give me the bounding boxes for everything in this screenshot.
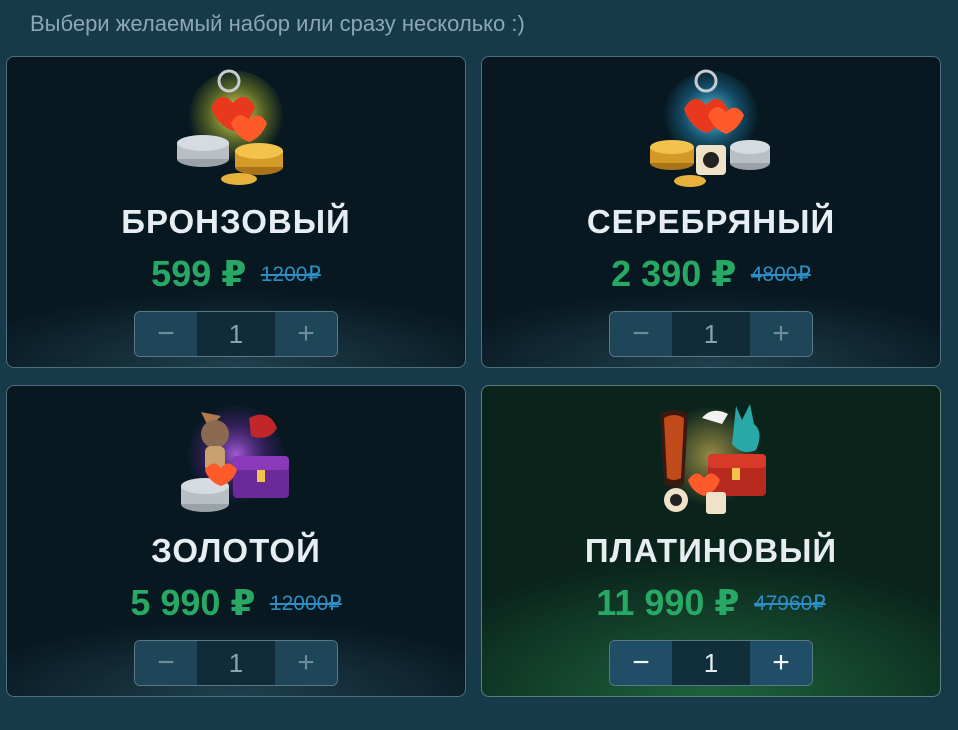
- pack-price: 2 390 ₽: [611, 253, 737, 294]
- pack-card-gold[interactable]: ЗОЛОТОЙ 5 990 ₽ 12000₽ − 1 +: [6, 385, 466, 697]
- pack-prices: 5 990 ₽ 12000₽: [7, 582, 465, 624]
- pack-price: 5 990 ₽: [130, 582, 256, 623]
- increment-button[interactable]: +: [750, 312, 812, 356]
- pack-title: БРОНЗОВЫЙ: [121, 203, 351, 240]
- pack-card-silver[interactable]: СЕРЕБРЯНЫЙ 2 390 ₽ 4800₽ − 1 +: [481, 56, 941, 368]
- quantity-value[interactable]: 1: [197, 312, 275, 356]
- pack-title: ПЛАТИНОВЫЙ: [584, 532, 838, 569]
- decrement-button[interactable]: −: [135, 312, 197, 356]
- pack-old-price: 4800₽: [750, 262, 811, 286]
- increment-button[interactable]: +: [275, 641, 337, 685]
- pack-prices: 11 990 ₽ 47960₽: [482, 582, 940, 624]
- increment-button[interactable]: +: [275, 312, 337, 356]
- pack-prices: 599 ₽ 1200₽: [7, 253, 465, 295]
- pack-old-price: 12000₽: [269, 591, 342, 615]
- quantity-stepper: − 1 +: [609, 311, 813, 357]
- decrement-button[interactable]: −: [610, 641, 672, 685]
- pack-prices: 2 390 ₽ 4800₽: [482, 253, 940, 295]
- gold-pack-icon: [181, 404, 289, 512]
- pack-title: ЗОЛОТОЙ: [151, 532, 321, 569]
- pack-old-price: 47960₽: [753, 591, 826, 615]
- quantity-value[interactable]: 1: [672, 641, 750, 685]
- increment-button[interactable]: +: [750, 641, 812, 685]
- pack-card-platinum[interactable]: ПЛАТИНОВЫЙ 11 990 ₽ 47960₽ − 1 +: [481, 385, 941, 697]
- pack-title: СЕРЕБРЯНЫЙ: [586, 203, 836, 240]
- pack-old-price: 1200₽: [260, 262, 321, 286]
- quantity-value[interactable]: 1: [197, 641, 275, 685]
- platinum-pack-icon: [660, 404, 766, 514]
- pack-card-bronze[interactable]: БРОНЗОВЫЙ 599 ₽ 1200₽ − 1 +: [6, 56, 466, 368]
- bronze-pack-icon: [177, 69, 284, 185]
- quantity-stepper: − 1 +: [134, 311, 338, 357]
- quantity-stepper: − 1 +: [134, 640, 338, 686]
- page-heading: Выбери желаемый набор или сразу нескольк…: [30, 11, 525, 36]
- quantity-value[interactable]: 1: [672, 312, 750, 356]
- pack-price: 599 ₽: [151, 253, 247, 294]
- decrement-button[interactable]: −: [135, 641, 197, 685]
- quantity-stepper: − 1 +: [609, 640, 813, 686]
- pack-price: 11 990 ₽: [596, 582, 740, 623]
- silver-pack-icon: [650, 69, 770, 187]
- decrement-button[interactable]: −: [610, 312, 672, 356]
